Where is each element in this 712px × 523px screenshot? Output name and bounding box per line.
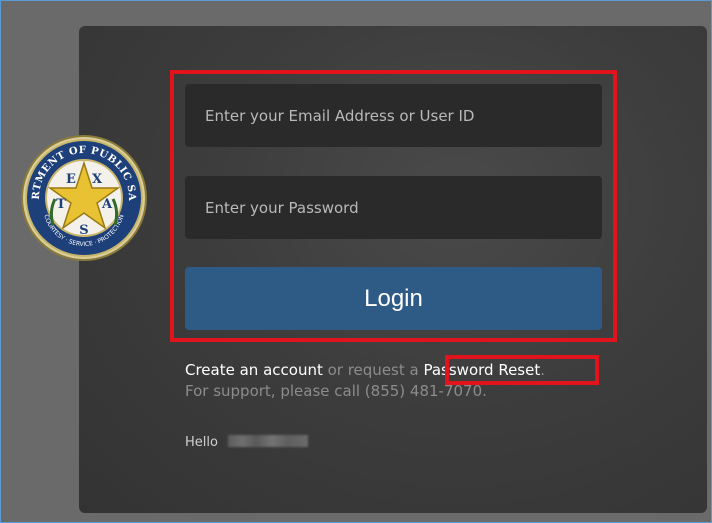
email-or-userid-input[interactable] (185, 84, 602, 147)
password-input[interactable] (185, 176, 602, 239)
create-account-link[interactable]: Create an account (185, 361, 323, 379)
login-button[interactable]: Login (185, 267, 602, 330)
svg-text:T: T (56, 197, 66, 212)
svg-text:E: E (66, 172, 76, 187)
redacted-username (227, 435, 308, 447)
svg-text:S: S (79, 223, 88, 238)
dps-seal-logo: DEPARTMENT OF PUBLIC SAFETY COURTESY · S… (19, 133, 147, 261)
svg-text:A: A (101, 197, 113, 212)
hello-label: Hello (185, 435, 218, 450)
account-links-line: Create an account or request a Password … (185, 361, 545, 379)
svg-text:X: X (92, 172, 103, 187)
screenshot-frame: DEPARTMENT OF PUBLIC SAFETY COURTESY · S… (0, 0, 712, 523)
period-text: . (540, 361, 545, 379)
or-request-text: or request a (322, 361, 424, 379)
hello-greeting: Hello (185, 435, 308, 450)
support-phone-text: For support, please call (855) 481-7070. (185, 382, 487, 400)
password-reset-link[interactable]: Password Reset (423, 361, 540, 379)
